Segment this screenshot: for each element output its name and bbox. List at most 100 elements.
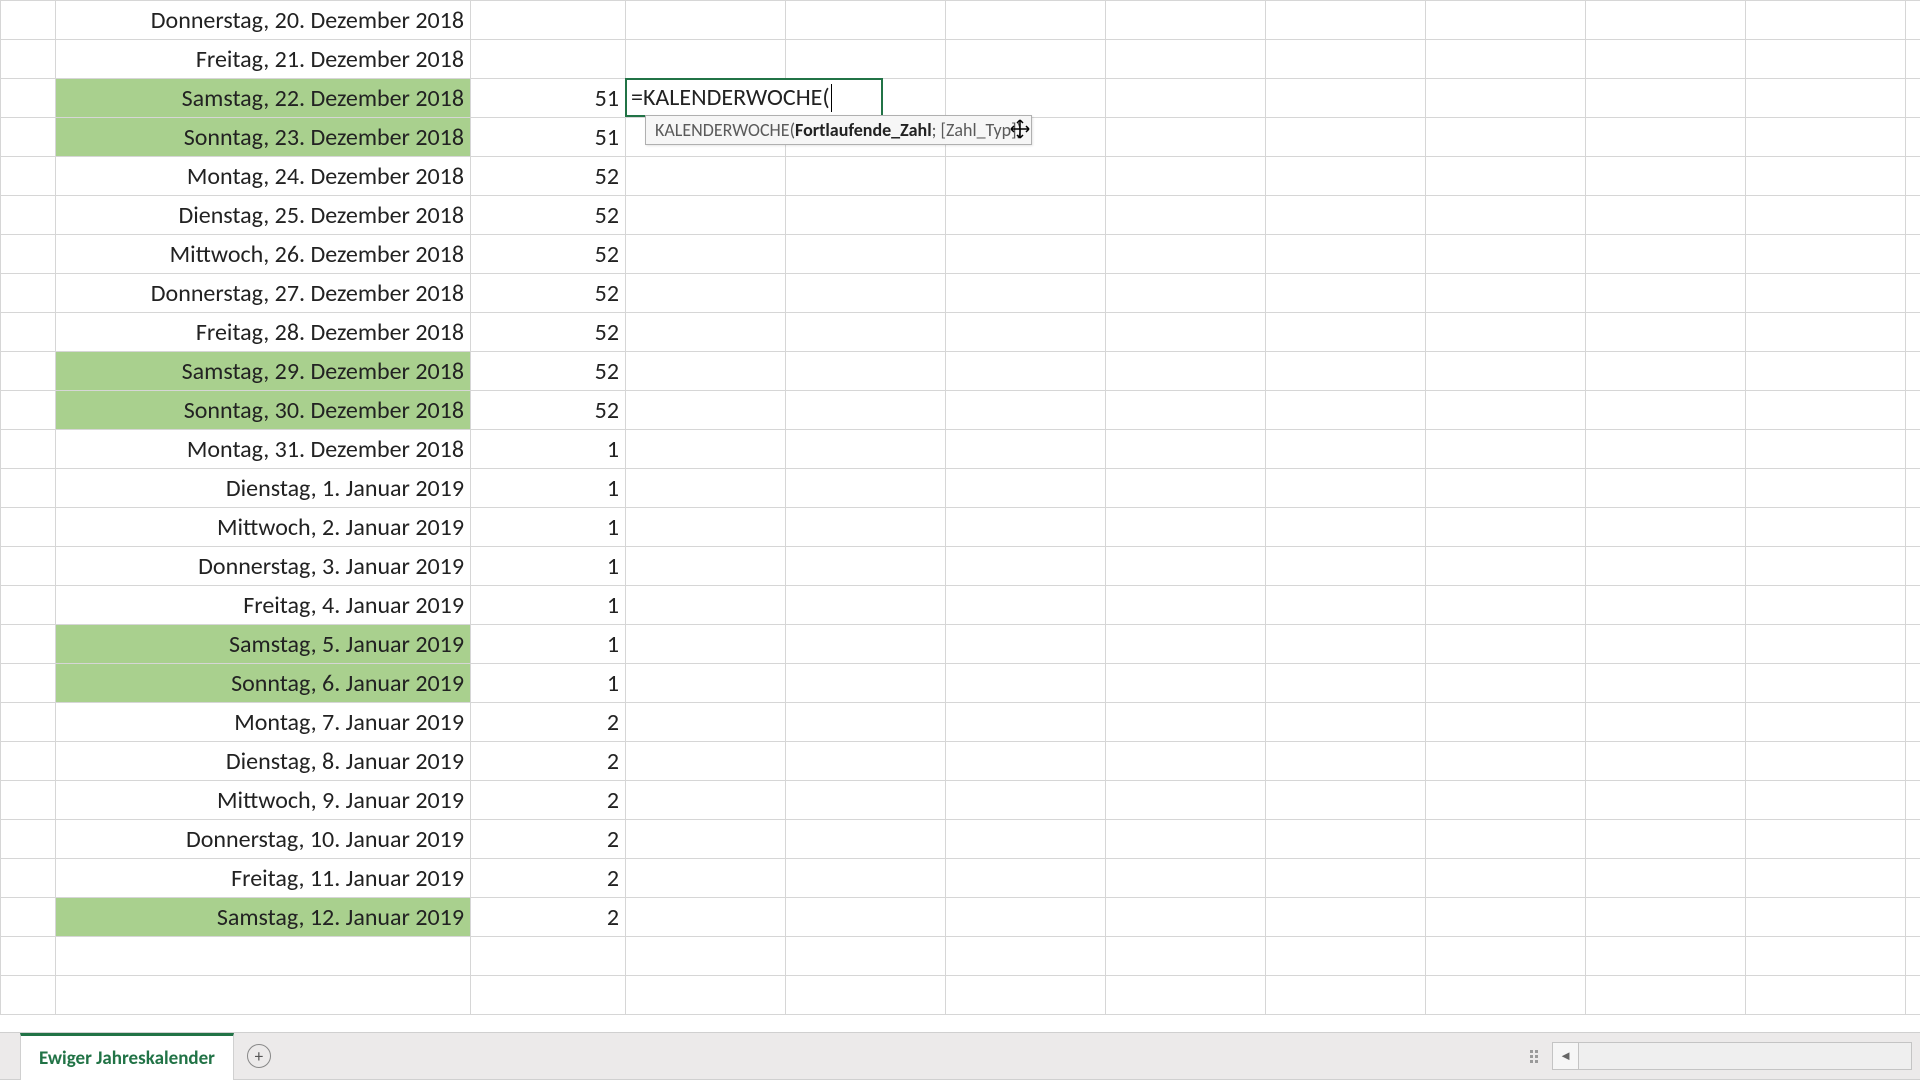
cell[interactable]	[1906, 859, 1920, 898]
cell[interactable]	[786, 859, 946, 898]
cell-date[interactable]: Mittwoch, 9. Januar 2019	[56, 781, 471, 820]
cell[interactable]	[1266, 703, 1426, 742]
cell[interactable]	[1746, 664, 1906, 703]
cell[interactable]	[1746, 196, 1906, 235]
cell[interactable]	[1906, 508, 1920, 547]
cell[interactable]	[786, 625, 946, 664]
cell[interactable]	[1266, 118, 1426, 157]
cell-date[interactable]	[56, 937, 471, 976]
cell[interactable]	[946, 742, 1106, 781]
cell[interactable]	[1586, 625, 1746, 664]
cell[interactable]	[1266, 391, 1426, 430]
cell[interactable]	[626, 274, 786, 313]
cell-week[interactable]: 2	[471, 898, 626, 937]
cell[interactable]	[1266, 742, 1426, 781]
cell[interactable]	[1266, 235, 1426, 274]
cell[interactable]	[1426, 976, 1586, 1015]
cell-week[interactable]: 1	[471, 547, 626, 586]
add-sheet-button[interactable]: +	[234, 1033, 284, 1080]
cell-week[interactable]: 2	[471, 859, 626, 898]
cell[interactable]	[1746, 703, 1906, 742]
cell[interactable]	[946, 937, 1106, 976]
cell[interactable]	[1426, 664, 1586, 703]
cell-week[interactable]	[471, 40, 626, 79]
cell-week[interactable]: 1	[471, 469, 626, 508]
cell[interactable]	[1906, 40, 1920, 79]
cell[interactable]	[1586, 274, 1746, 313]
cell[interactable]	[1746, 391, 1906, 430]
cell[interactable]	[1746, 820, 1906, 859]
cell[interactable]	[1266, 859, 1426, 898]
cell-date[interactable]: Mittwoch, 2. Januar 2019	[56, 508, 471, 547]
cell[interactable]	[1266, 313, 1426, 352]
cell[interactable]	[1426, 820, 1586, 859]
cell[interactable]	[1586, 976, 1746, 1015]
cell[interactable]	[946, 976, 1106, 1015]
cell-week[interactable]: 52	[471, 157, 626, 196]
cell-week[interactable]: 52	[471, 391, 626, 430]
cell[interactable]	[1106, 508, 1266, 547]
cell[interactable]	[946, 1, 1106, 40]
cell-week[interactable]: 1	[471, 625, 626, 664]
cell[interactable]	[1906, 547, 1920, 586]
cell[interactable]	[626, 937, 786, 976]
cell-date[interactable]	[56, 976, 471, 1015]
scroll-left-button[interactable]: ◄	[1553, 1043, 1579, 1069]
cell-week[interactable]: 2	[471, 703, 626, 742]
cell[interactable]	[1106, 352, 1266, 391]
cell[interactable]	[1586, 157, 1746, 196]
cell-date[interactable]: Montag, 31. Dezember 2018	[56, 430, 471, 469]
cell[interactable]	[626, 664, 786, 703]
cell-week[interactable]: 52	[471, 352, 626, 391]
cell[interactable]	[626, 625, 786, 664]
cell[interactable]	[1106, 40, 1266, 79]
cell[interactable]	[786, 937, 946, 976]
cell[interactable]	[626, 508, 786, 547]
cell[interactable]	[1586, 118, 1746, 157]
cell[interactable]	[1746, 157, 1906, 196]
cell[interactable]	[1586, 547, 1746, 586]
cell-week[interactable]: 1	[471, 430, 626, 469]
cell[interactable]	[1426, 430, 1586, 469]
cell[interactable]	[1586, 586, 1746, 625]
cell-week[interactable]	[471, 937, 626, 976]
cell-date[interactable]: Donnerstag, 27. Dezember 2018	[56, 274, 471, 313]
cell[interactable]	[1106, 196, 1266, 235]
horizontal-scrollbar[interactable]: ◄	[1552, 1042, 1912, 1070]
splitter-grip-icon[interactable]	[1530, 1050, 1542, 1063]
cell[interactable]	[1266, 1, 1426, 40]
cell[interactable]	[946, 586, 1106, 625]
cell[interactable]	[1906, 118, 1920, 157]
cell[interactable]	[1266, 469, 1426, 508]
cell[interactable]	[786, 742, 946, 781]
cell[interactable]	[946, 625, 1106, 664]
cell[interactable]	[626, 586, 786, 625]
cell[interactable]	[786, 703, 946, 742]
cell[interactable]	[1586, 391, 1746, 430]
cell[interactable]	[786, 196, 946, 235]
cell[interactable]	[1906, 79, 1920, 118]
cell[interactable]	[626, 430, 786, 469]
cell[interactable]	[1106, 898, 1266, 937]
cell[interactable]	[1746, 937, 1906, 976]
cell[interactable]	[626, 703, 786, 742]
cell[interactable]	[1266, 157, 1426, 196]
cell[interactable]	[1266, 664, 1426, 703]
sheet-tab-active[interactable]: Ewiger Jahreskalender	[20, 1033, 234, 1080]
cell[interactable]	[1906, 664, 1920, 703]
cell[interactable]	[786, 391, 946, 430]
cell[interactable]	[626, 820, 786, 859]
cell[interactable]	[1266, 352, 1426, 391]
cell[interactable]	[946, 547, 1106, 586]
cell-date[interactable]: Mittwoch, 26. Dezember 2018	[56, 235, 471, 274]
cell[interactable]	[626, 391, 786, 430]
cell[interactable]	[1906, 391, 1920, 430]
cell[interactable]	[1426, 40, 1586, 79]
cell-week[interactable]: 2	[471, 820, 626, 859]
cell[interactable]	[946, 196, 1106, 235]
cell[interactable]	[1426, 235, 1586, 274]
cell-week[interactable]: 52	[471, 235, 626, 274]
cell-edit-input[interactable]: =KALENDERWOCHE(	[625, 78, 883, 117]
cell[interactable]	[1106, 547, 1266, 586]
cell[interactable]	[1106, 79, 1266, 118]
